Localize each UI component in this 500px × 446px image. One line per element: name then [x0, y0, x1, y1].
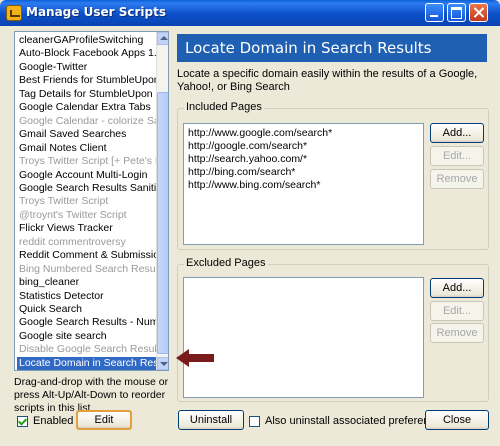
maximize-icon[interactable] [447, 3, 466, 22]
excluded-remove-button[interactable]: Remove [430, 323, 484, 343]
edit-button[interactable]: Edit [76, 410, 132, 430]
script-list-item[interactable]: Reddit Comment & Submission ... [17, 249, 157, 262]
minimize-icon[interactable] [425, 3, 444, 22]
uninstall-button[interactable]: Uninstall [178, 410, 244, 430]
script-list-item[interactable]: Flickr Views Tracker [17, 222, 157, 235]
included-url[interactable]: http://www.google.com/search* [188, 127, 332, 140]
also-uninstall-label: Also uninstall associated preferences [265, 415, 447, 427]
script-list-item[interactable]: Troys Twitter Script [+ Pete's M... [17, 155, 157, 168]
script-list-item[interactable]: Google-Twitter [17, 61, 157, 74]
script-list-item[interactable]: Google Search Results Sanitizer [17, 182, 157, 195]
included-pages-group: Included Pages http://www.google.com/sea… [177, 101, 489, 250]
included-pages-list[interactable]: http://www.google.com/search* http://goo… [183, 123, 424, 245]
close-button[interactable]: Close [425, 410, 489, 430]
included-pages-label: Included Pages [184, 101, 264, 113]
included-remove-button[interactable]: Remove [430, 169, 484, 189]
excluded-add-button[interactable]: Add... [430, 278, 484, 298]
script-list-item[interactable]: Gmail Notes Client [17, 142, 157, 155]
excluded-pages-group: Excluded Pages Add... Edit... Remove [177, 257, 489, 402]
also-uninstall-checkbox[interactable] [249, 416, 260, 427]
included-url[interactable]: http://google.com/search* [188, 140, 307, 153]
script-title-header: Locate Domain in Search Results [177, 34, 487, 62]
enabled-checkbox[interactable] [17, 416, 28, 427]
scroll-up-icon[interactable] [157, 32, 168, 45]
included-url[interactable]: http://bing.com/search* [188, 166, 295, 179]
script-list-item[interactable]: Google Calendar Extra Tabs [17, 101, 157, 114]
title-bar[interactable]: Manage User Scripts [0, 0, 500, 26]
script-list-item[interactable]: bing_cleaner [17, 276, 157, 289]
annotation-arrow-icon [176, 349, 214, 367]
script-list-item[interactable]: @troynt's Twitter Script [17, 209, 157, 222]
script-list-item[interactable]: Auto-Block Facebook Apps 1.2 [17, 47, 157, 60]
list-scrollbar[interactable] [156, 32, 168, 370]
script-list-item[interactable]: Google Search Results - Numbe... [17, 316, 157, 329]
script-list-item[interactable]: Quick Search [17, 303, 157, 316]
close-icon[interactable] [469, 3, 488, 22]
script-list-item[interactable]: reddit commentroversy [17, 236, 157, 249]
script-list-item[interactable]: Google site search [17, 330, 157, 343]
enabled-label: Enabled [33, 415, 74, 427]
script-list-item[interactable]: Disable Google Search Result R... [17, 343, 157, 356]
excluded-pages-label: Excluded Pages [184, 257, 268, 269]
excluded-pages-list[interactable] [183, 277, 424, 398]
scroll-down-icon[interactable] [157, 357, 168, 370]
script-list-item[interactable]: Best Friends for StumbleUpon [17, 74, 157, 87]
included-edit-button[interactable]: Edit... [430, 146, 484, 166]
script-list-item[interactable]: Tag Details for StumbleUpon [17, 88, 157, 101]
script-list-item[interactable]: Google Calendar - colorize Sat/... [17, 115, 157, 128]
greasemonkey-icon [6, 5, 22, 21]
included-url[interactable]: http://search.yahoo.com/* [188, 153, 307, 166]
included-url[interactable]: http://www.bing.com/search* [188, 179, 320, 192]
script-list-item[interactable]: Bing Numbered Search Results [17, 263, 157, 276]
script-list-item[interactable]: Gmail Saved Searches [17, 128, 157, 141]
included-add-button[interactable]: Add... [430, 123, 484, 143]
scroll-thumb[interactable] [157, 92, 168, 354]
script-list-item[interactable]: Statistics Detector [17, 290, 157, 303]
manage-user-scripts-window: Manage User Scripts cleanerGAProfileSwit… [0, 0, 500, 446]
script-list-item[interactable]: Google Account Multi-Login [17, 169, 157, 182]
script-description: Locate a specific domain easily within t… [177, 68, 478, 93]
script-list-item[interactable]: cleanerGAProfileSwitching [17, 34, 157, 47]
script-list[interactable]: cleanerGAProfileSwitching Auto-Block Face… [14, 31, 169, 371]
script-list-item[interactable]: Locate Domain in Search Results [17, 356, 157, 370]
window-title: Manage User Scripts [26, 5, 166, 19]
excluded-edit-button[interactable]: Edit... [430, 301, 484, 321]
script-list-item[interactable]: Troys Twitter Script [17, 195, 157, 208]
